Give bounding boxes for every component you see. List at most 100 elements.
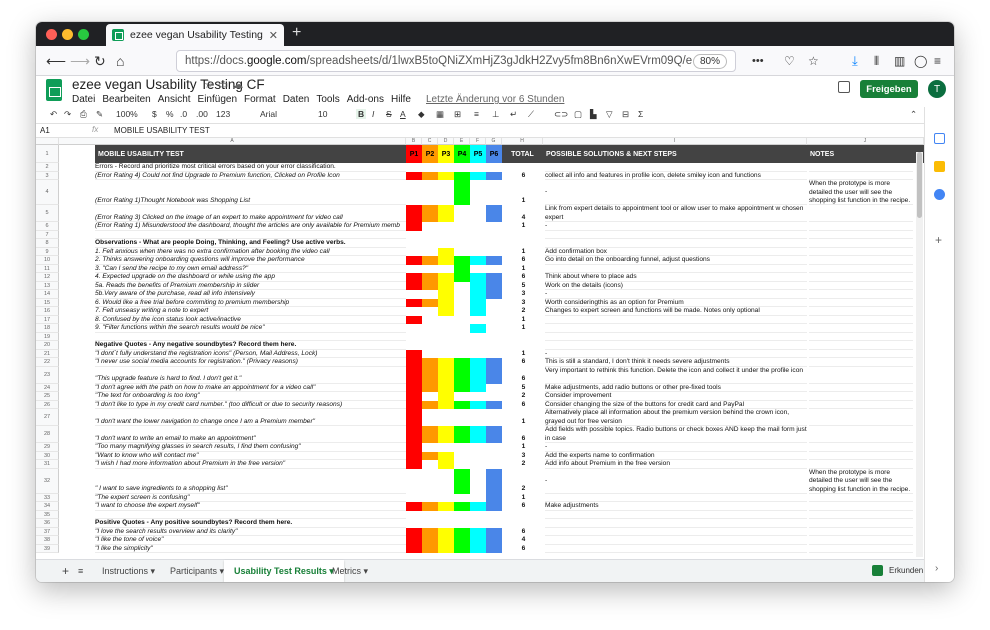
row-header[interactable]: 21 <box>36 349 59 358</box>
total-cell[interactable]: 5 <box>507 282 540 291</box>
downloads-icon[interactable]: ⤓ <box>852 52 858 70</box>
observation-cell[interactable]: "The expert screen is confusing" <box>95 494 406 502</box>
notes-cell[interactable] <box>809 392 913 401</box>
total-cell[interactable]: 1 <box>507 248 540 257</box>
insert-chart-icon[interactable]: ▙ <box>590 109 597 120</box>
scrollbar-thumb[interactable] <box>917 152 922 218</box>
menu-bearbeiten[interactable]: Bearbeiten <box>102 94 150 105</box>
observation-cell[interactable]: (Error Rating 1) Misunderstood the dashb… <box>95 222 406 231</box>
solution-cell[interactable] <box>545 239 807 248</box>
column-header-c[interactable]: C <box>422 138 438 145</box>
observation-cell[interactable]: "I don't want the lower navigation to ch… <box>95 409 406 426</box>
header-notes-cell[interactable]: NOTES <box>807 145 924 163</box>
notes-cell[interactable] <box>809 222 913 231</box>
italic-button[interactable]: I <box>372 109 374 119</box>
solution-cell[interactable] <box>545 333 807 341</box>
notes-cell[interactable] <box>809 511 913 519</box>
all-sheets-button[interactable]: ≡ <box>68 560 93 582</box>
observation-cell[interactable]: "I don't want to write an email to make … <box>95 426 406 443</box>
menu-icon[interactable]: ≡ <box>934 52 941 70</box>
notes-cell[interactable] <box>809 265 913 273</box>
notes-cell[interactable] <box>809 341 913 350</box>
solution-cell[interactable]: Very important to rethink this function.… <box>545 367 807 384</box>
header-p6[interactable]: P6 <box>486 145 502 163</box>
header-p1[interactable]: P1 <box>406 145 422 163</box>
row-header[interactable]: 11 <box>36 264 59 273</box>
header-p2[interactable]: P2 <box>422 145 438 163</box>
total-cell[interactable] <box>507 333 540 342</box>
header-p4[interactable]: P4 <box>454 145 470 163</box>
redo-icon[interactable]: ↷ <box>64 109 71 120</box>
notes-cell[interactable] <box>809 519 913 528</box>
column-header-b[interactable]: B <box>406 138 422 145</box>
solution-cell[interactable]: - <box>545 222 807 231</box>
row-header[interactable]: 35 <box>36 510 59 519</box>
formula-input[interactable]: MOBILE USABILITY TEST <box>114 126 210 135</box>
total-cell[interactable]: 4 <box>507 205 540 222</box>
observation-cell[interactable] <box>95 231 406 239</box>
row-header[interactable]: 26 <box>36 400 59 409</box>
total-cell[interactable]: 1 <box>507 265 540 274</box>
observation-cell[interactable]: Observations - What are people Doing, Th… <box>95 239 406 248</box>
undo-icon[interactable]: ↶ <box>50 109 57 120</box>
explore-button[interactable]: Erkunden <box>872 565 923 576</box>
row-header[interactable]: 19 <box>36 332 59 341</box>
total-cell[interactable]: 6 <box>507 401 540 410</box>
solution-cell[interactable] <box>545 163 807 172</box>
total-cell[interactable]: 4 <box>507 536 540 545</box>
column-header-d[interactable]: D <box>438 138 454 145</box>
solution-cell[interactable]: This is still a standard, I don't think … <box>545 358 807 367</box>
share-button[interactable]: Freigeben <box>860 80 918 98</box>
sidebar-icon[interactable]: ▥ <box>894 52 905 70</box>
solution-cell[interactable]: Make adjustments <box>545 502 807 511</box>
merge-cells-icon[interactable]: ⊞ <box>454 109 461 120</box>
notes-cell[interactable] <box>809 231 913 239</box>
solution-cell[interactable]: Consider changing the size of the button… <box>545 401 807 409</box>
menu-addons[interactable]: Add-ons <box>347 94 384 105</box>
row-header[interactable]: 17 <box>36 315 59 324</box>
column-header-f[interactable]: F <box>470 138 486 145</box>
avatar[interactable]: T <box>928 80 946 98</box>
star-icon[interactable]: ☆ <box>204 79 218 91</box>
notes-cell[interactable] <box>809 290 913 299</box>
solution-cell[interactable]: - <box>545 180 807 205</box>
observation-cell[interactable]: 7. Felt unseasy writing a note to expert <box>95 307 406 316</box>
tasks-icon[interactable] <box>934 189 945 200</box>
observation-cell[interactable]: (Error Rating 3) Clicked on the image of… <box>95 205 406 222</box>
total-cell[interactable]: 2 <box>507 307 540 316</box>
row-header[interactable]: 33 <box>36 493 59 502</box>
header-p5[interactable]: P5 <box>470 145 486 163</box>
notes-cell[interactable] <box>809 384 913 392</box>
insert-comment-icon[interactable]: ▢ <box>574 109 582 120</box>
row-header[interactable]: 9 <box>36 247 59 256</box>
observation-cell[interactable]: 1. Felt anxious when there was no extra … <box>95 248 406 256</box>
row-header[interactable]: 28 <box>36 426 59 443</box>
row-header[interactable]: 39 <box>36 544 59 553</box>
row-header[interactable]: 1 <box>36 145 59 163</box>
filter-views-icon[interactable]: ⊟ <box>622 109 629 120</box>
row-header[interactable]: 13 <box>36 281 59 290</box>
total-cell[interactable]: 6 <box>507 502 540 511</box>
vertical-align-icon[interactable]: ⊥ <box>492 109 499 120</box>
total-cell[interactable]: 1 <box>507 350 540 359</box>
observation-cell[interactable]: "This upgrade feature is hard to find. I… <box>95 367 406 384</box>
row-header[interactable]: 30 <box>36 451 59 460</box>
row-header[interactable]: 27 <box>36 409 59 426</box>
observation-cell[interactable]: Negative Quotes - Any negative soundbyte… <box>95 341 406 350</box>
notes-cell[interactable] <box>809 443 913 452</box>
observation-cell[interactable]: (Error Rating 4) Could not find Upgrade … <box>95 172 406 180</box>
observation-cell[interactable]: "I like the simplicity" <box>95 545 406 553</box>
solution-cell[interactable]: - <box>545 443 807 452</box>
notes-cell[interactable] <box>809 536 913 545</box>
row-header[interactable]: 6 <box>36 222 59 231</box>
solution-cell[interactable]: Go into detail on the onboarding funnel,… <box>545 256 807 265</box>
header-p3[interactable]: P3 <box>438 145 454 163</box>
total-cell[interactable]: 3 <box>507 299 540 308</box>
sheets-logo-icon[interactable] <box>46 79 62 101</box>
header-title-cell[interactable]: MOBILE USABILITY TEST <box>95 145 406 163</box>
spreadsheet-grid[interactable]: ABCDEFGHIJ 1 MOBILE USABILITY TEST P1 P2 P3 P… <box>36 138 924 559</box>
total-cell[interactable]: 2 <box>507 469 540 494</box>
notes-cell[interactable] <box>809 324 913 333</box>
row-header[interactable]: 36 <box>36 519 59 528</box>
comments-icon[interactable] <box>838 81 850 93</box>
